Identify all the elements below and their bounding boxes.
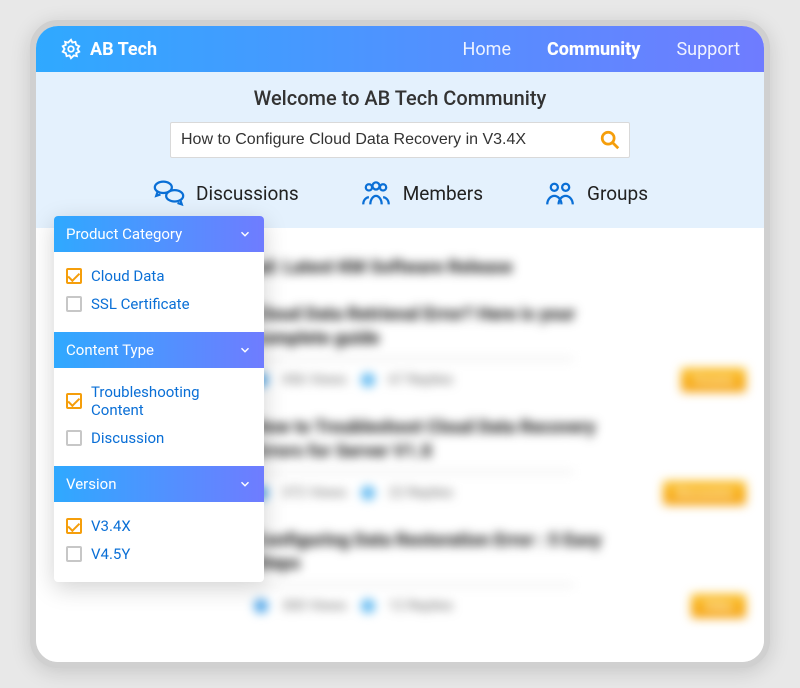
pinned-post: ad: Latest KM Software Release	[254, 246, 746, 293]
brand-name: AB Tech	[90, 39, 157, 60]
groups-icon	[543, 176, 577, 210]
facet-option[interactable]: V4.5Y	[66, 540, 252, 568]
facet-option[interactable]: V3.4X	[66, 512, 252, 540]
nav-support[interactable]: Support	[676, 39, 740, 60]
nav-home[interactable]: Home	[463, 39, 511, 60]
facet-option[interactable]: Cloud Data	[66, 262, 252, 290]
facet-title: Version	[66, 475, 117, 493]
post-item[interactable]: Configuring Data Restoration Error : 5 E…	[254, 519, 746, 632]
app-frame: AB Tech Home Community Support Welcome t…	[30, 20, 770, 668]
post-title: Cloud Data Retrieval Error? Here is your…	[254, 303, 614, 350]
search-button[interactable]	[597, 127, 623, 153]
gear-icon	[60, 38, 82, 60]
facet-title: Product Category	[66, 225, 182, 243]
post-tag[interactable]: Forums	[681, 368, 746, 392]
tab-groups[interactable]: Groups	[543, 176, 648, 210]
primary-nav: Home Community Support	[463, 39, 740, 60]
replies-icon	[361, 599, 375, 613]
divider	[254, 358, 574, 360]
option-label: V4.5Y	[91, 545, 130, 563]
post-meta: 300 Views 12 Replies	[254, 598, 453, 614]
brand[interactable]: AB Tech	[60, 38, 157, 60]
page-title: Welcome to AB Tech Community	[36, 86, 764, 110]
checkbox-icon	[66, 296, 82, 312]
chevron-down-icon	[238, 477, 252, 491]
post-views: 300 Views	[282, 598, 347, 614]
facet-option[interactable]: Troubleshooting Content	[66, 378, 252, 424]
tab-label: Groups	[587, 182, 648, 205]
post-replies: 67 Replies	[389, 372, 454, 388]
post-meta: 456 Views 67 Replies	[254, 372, 453, 388]
post-item[interactable]: Cloud Data Retrieval Error? Here is your…	[254, 293, 746, 406]
facet-option[interactable]: Discussion	[66, 424, 252, 452]
tab-members[interactable]: Members	[359, 176, 483, 210]
option-label: Cloud Data	[91, 267, 164, 285]
checkbox-icon	[66, 268, 82, 284]
top-nav: AB Tech Home Community Support	[36, 26, 764, 72]
option-label: Discussion	[91, 429, 164, 447]
post-replies: 12 Replies	[389, 598, 454, 614]
facet-version: Version V3.4X V4.5Y	[54, 466, 264, 582]
facet-header[interactable]: Content Type	[54, 332, 264, 368]
post-tag[interactable]: Video	[691, 594, 746, 618]
post-item[interactable]: How to Troubleshoot Cloud Data Recovery …	[254, 406, 746, 519]
facet-product-category: Product Category Cloud Data SSL Certific…	[54, 216, 264, 332]
facet-title: Content Type	[66, 341, 154, 359]
section-tabs: Discussions Members Groups	[36, 176, 764, 210]
divider	[254, 471, 574, 473]
post-title: ad: Latest KM Software Release	[254, 256, 614, 279]
post-meta: 372 Views 22 Replies	[254, 485, 453, 501]
replies-icon	[361, 373, 375, 387]
discussions-icon	[152, 176, 186, 210]
post-title: How to Troubleshoot Cloud Data Recovery …	[254, 416, 614, 463]
facet-header[interactable]: Version	[54, 466, 264, 502]
post-views: 456 Views	[282, 372, 347, 388]
search-icon	[599, 129, 621, 151]
facet-content-type: Content Type Troubleshooting Content Dis…	[54, 332, 264, 466]
facet-header[interactable]: Product Category	[54, 216, 264, 252]
post-title: Configuring Data Restoration Error : 5 E…	[254, 529, 614, 576]
option-label: SSL Certificate	[91, 295, 190, 313]
checkbox-icon	[66, 430, 82, 446]
chevron-down-icon	[238, 343, 252, 357]
members-icon	[359, 176, 393, 210]
nav-community[interactable]: Community	[547, 39, 640, 60]
checkbox-icon	[66, 518, 82, 534]
hero: Welcome to AB Tech Community Discussions	[36, 72, 764, 228]
replies-icon	[361, 486, 375, 500]
post-views: 372 Views	[282, 485, 347, 501]
option-label: V3.4X	[91, 517, 131, 535]
tab-discussions[interactable]: Discussions	[152, 176, 299, 210]
facet-option[interactable]: SSL Certificate	[66, 290, 252, 318]
filter-panel: Product Category Cloud Data SSL Certific…	[54, 216, 264, 582]
content-body: ad: Latest KM Software Release Cloud Dat…	[36, 228, 764, 662]
tab-label: Discussions	[196, 182, 299, 205]
checkbox-icon	[66, 393, 82, 409]
chevron-down-icon	[238, 227, 252, 241]
search-input[interactable]	[181, 131, 597, 149]
post-tag[interactable]: Discussion	[663, 481, 746, 505]
views-icon	[254, 599, 268, 613]
divider	[254, 584, 574, 586]
checkbox-icon	[66, 546, 82, 562]
post-replies: 22 Replies	[389, 485, 454, 501]
tab-label: Members	[403, 182, 483, 205]
option-label: Troubleshooting Content	[91, 383, 252, 419]
search-bar	[170, 122, 630, 158]
